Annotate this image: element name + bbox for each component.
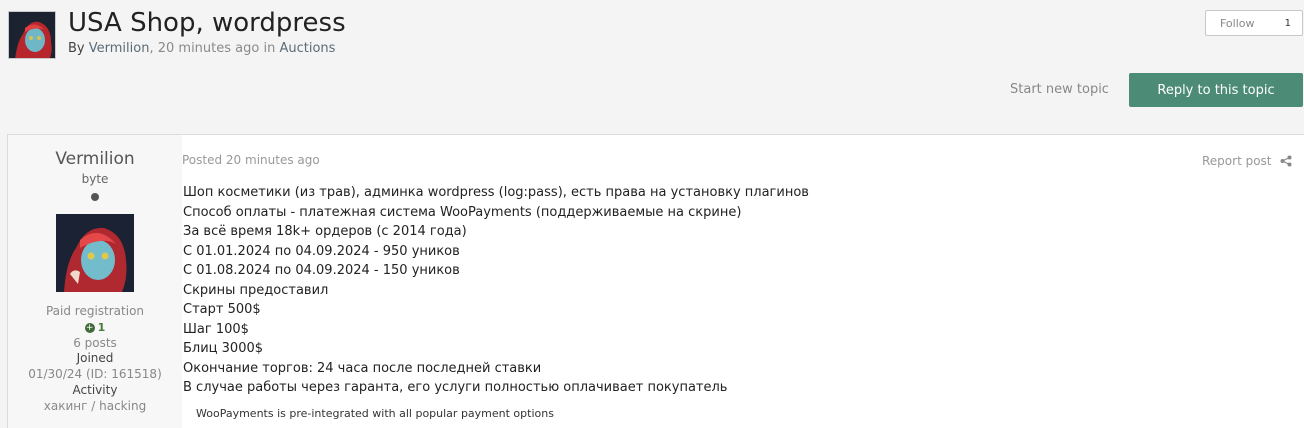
post-line: Старт 500$ — [183, 302, 261, 317]
author-reputation: +1 — [8, 320, 182, 334]
activity-value: хакинг / hacking — [43, 399, 147, 413]
topic-meta: By Vermilion, 20 minutes ago in Auctions — [68, 41, 336, 56]
post-line: С 01.08.2024 по 04.09.2024 - 150 уников — [183, 263, 460, 278]
post-author-name[interactable]: Vermilion — [8, 149, 182, 169]
start-new-topic-link[interactable]: Start new topic — [1010, 82, 1109, 97]
author-link[interactable]: Vermilion — [89, 41, 150, 56]
post-line: С 01.01.2024 по 04.09.2024 - 950 уников — [183, 244, 460, 259]
post-timestamp[interactable]: Posted 20 minutes ago — [182, 153, 320, 167]
author-posts: 6 posts — [73, 336, 117, 350]
in-label: in — [263, 41, 276, 56]
post-line: Окончание торгов: 24 часа после последне… — [183, 361, 542, 376]
follow-label: Follow — [1220, 16, 1255, 30]
post-line: Способ оплаты - платежная система WooPay… — [183, 205, 742, 220]
post-line: Блиц 3000$ — [183, 341, 264, 356]
report-post-link[interactable]: Report post — [1202, 154, 1272, 168]
follow-count: 1 — [1284, 17, 1291, 29]
post-line: Скрины предоставил — [183, 283, 329, 298]
reputation-count: 1 — [97, 321, 106, 334]
forum-link[interactable]: Auctions — [279, 41, 335, 56]
reply-to-topic-button[interactable]: Reply to this topic — [1129, 73, 1303, 107]
author-rank: byte — [81, 172, 109, 186]
follow-button[interactable]: Follow 1 — [1205, 10, 1303, 36]
plus-icon: + — [84, 322, 95, 333]
topic-title: USA Shop, wordpress — [68, 8, 346, 38]
joined-label: Joined — [76, 351, 114, 365]
joined-value: 01/30/24 (ID: 161518) — [28, 367, 162, 381]
author-group: Paid registration — [45, 304, 145, 318]
post-author-panel: Vermilion byte Paid registration +1 6 po… — [8, 135, 182, 428]
post-line: Шоп косметики (из трав), админка wordpre… — [183, 185, 809, 200]
topic-time: 20 minutes ago — [157, 41, 260, 56]
image-caption: WooPayments is pre-integrated with all p… — [196, 407, 554, 420]
post-line: Шаг 100$ — [183, 322, 249, 337]
post-line: В случае работы через гаранта, его услуг… — [183, 380, 728, 395]
post-container: Vermilion byte Paid registration +1 6 po… — [7, 134, 1304, 428]
post-author-avatar[interactable] — [56, 214, 134, 292]
share-icon[interactable] — [1280, 155, 1292, 167]
activity-label: Activity — [72, 383, 118, 397]
online-status-icon — [91, 193, 99, 201]
post-line: За всё время 18k+ ордеров (с 2014 года) — [183, 224, 467, 239]
topic-author-avatar[interactable] — [8, 11, 56, 59]
by-label: By — [68, 41, 85, 56]
